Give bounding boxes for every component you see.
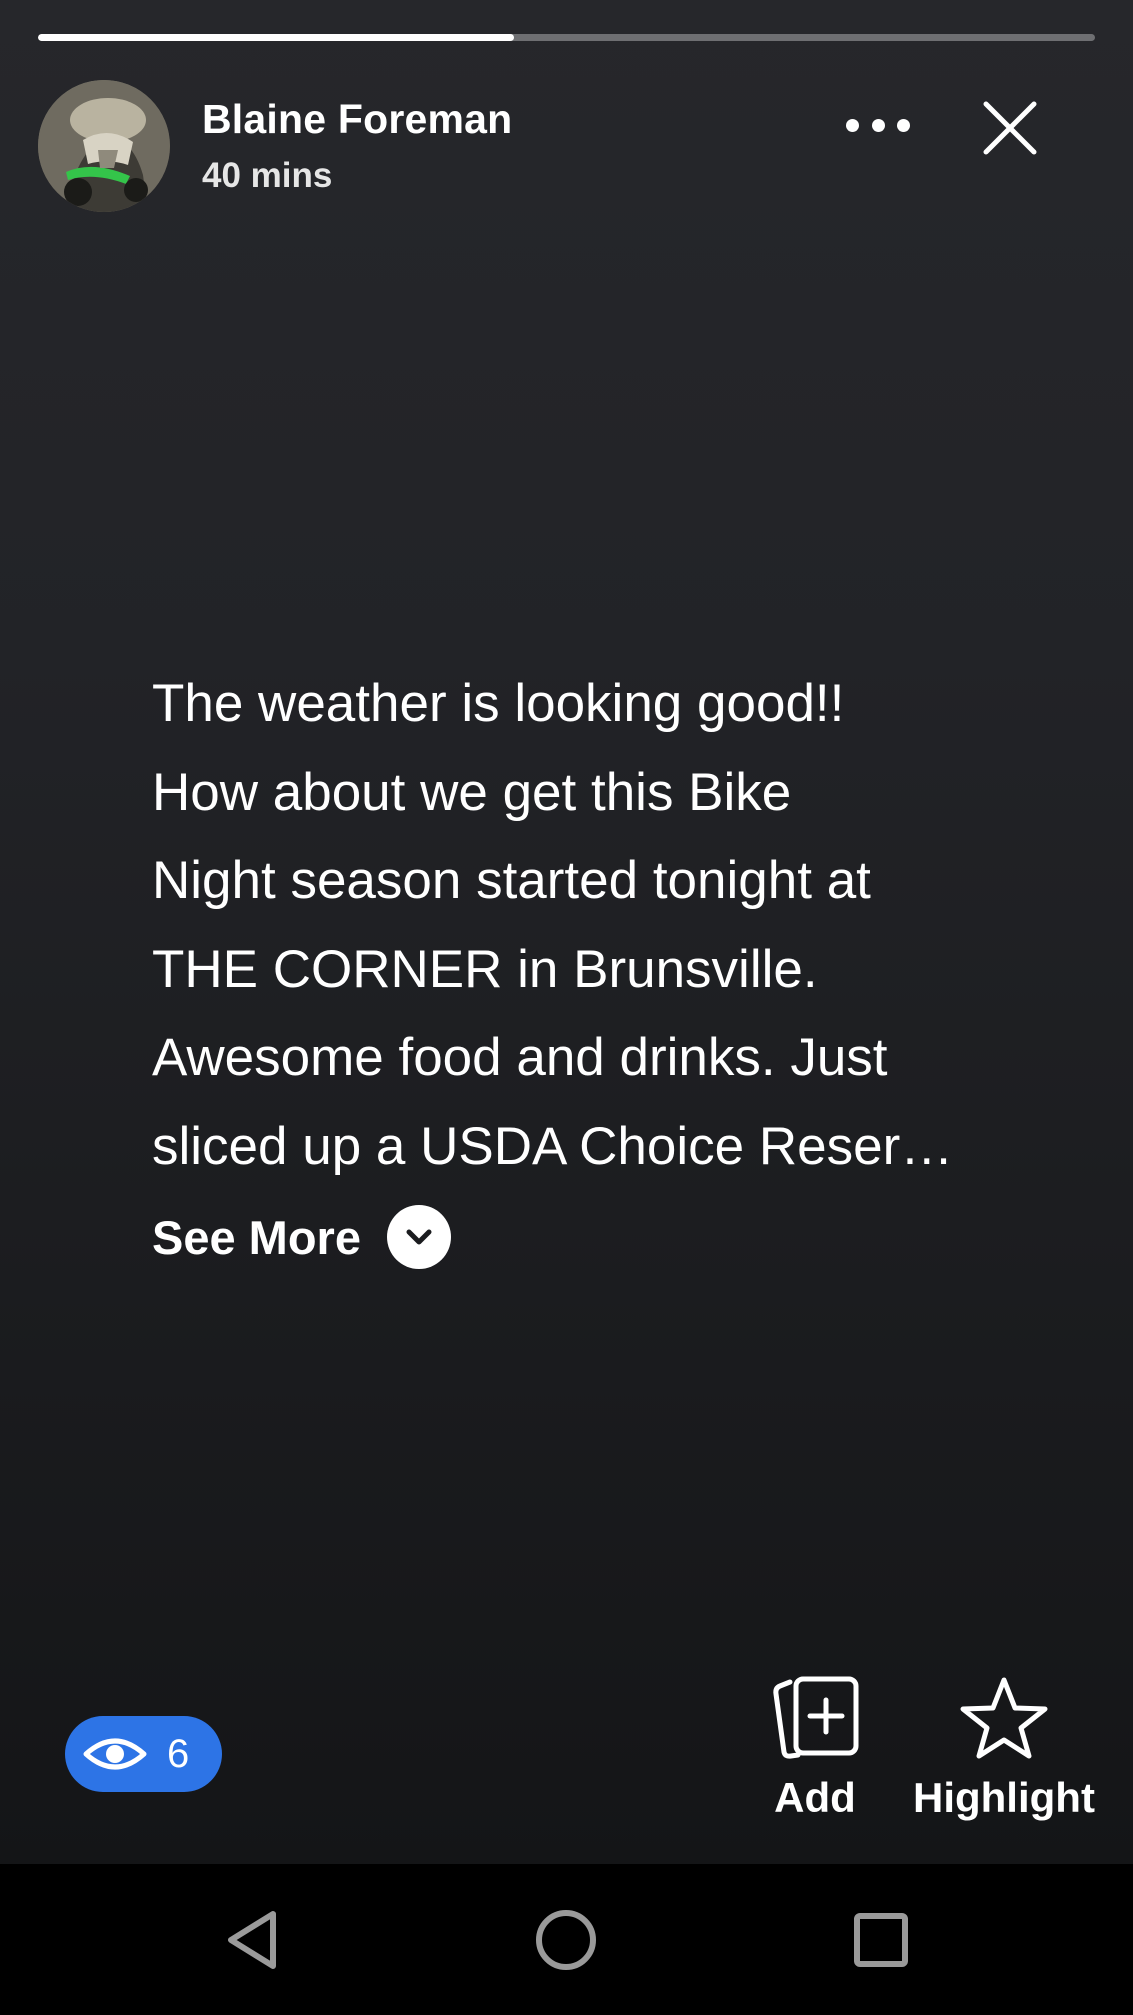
author-name[interactable]: Blaine Foreman <box>202 96 512 143</box>
story-viewer: Blaine Foreman 40 mins The weather is lo… <box>0 0 1133 1864</box>
see-more-label: See More <box>152 1210 361 1264</box>
avatar[interactable] <box>38 80 170 212</box>
story-text: The weather is looking good!! How about … <box>152 674 954 1176</box>
nav-recents-button[interactable] <box>821 1864 941 2015</box>
see-more-button[interactable]: See More <box>152 1205 451 1269</box>
story-timestamp: 40 mins <box>202 156 333 195</box>
more-dots-icon <box>897 118 910 132</box>
close-icon <box>983 101 1037 155</box>
home-circle-icon <box>536 1909 596 1970</box>
more-dots-icon <box>846 118 859 132</box>
viewers-count: 6 <box>167 1731 190 1776</box>
story-progress-fill <box>38 34 514 41</box>
nav-back-button[interactable] <box>193 1864 313 2015</box>
recents-square-icon <box>854 1912 908 1967</box>
eye-icon <box>83 1738 147 1770</box>
more-options-button[interactable] <box>846 103 910 147</box>
close-button[interactable] <box>978 96 1042 160</box>
add-to-story-icon <box>773 1676 859 1759</box>
chevron-down-icon <box>386 1205 451 1269</box>
highlight-label: Highlight <box>913 1774 1095 1821</box>
star-icon <box>960 1677 1048 1759</box>
add-to-story-button[interactable]: Add <box>770 1676 860 1822</box>
story-progress-bar <box>38 34 1095 41</box>
viewers-badge[interactable]: 6 <box>65 1716 222 1792</box>
more-dots-icon <box>871 118 885 132</box>
add-label: Add <box>774 1774 856 1821</box>
highlight-button[interactable]: Highlight <box>913 1676 1095 1822</box>
nav-home-button[interactable] <box>506 1864 626 2015</box>
system-navigation-bar <box>0 1864 1133 2015</box>
back-triangle-icon <box>228 1910 276 1969</box>
